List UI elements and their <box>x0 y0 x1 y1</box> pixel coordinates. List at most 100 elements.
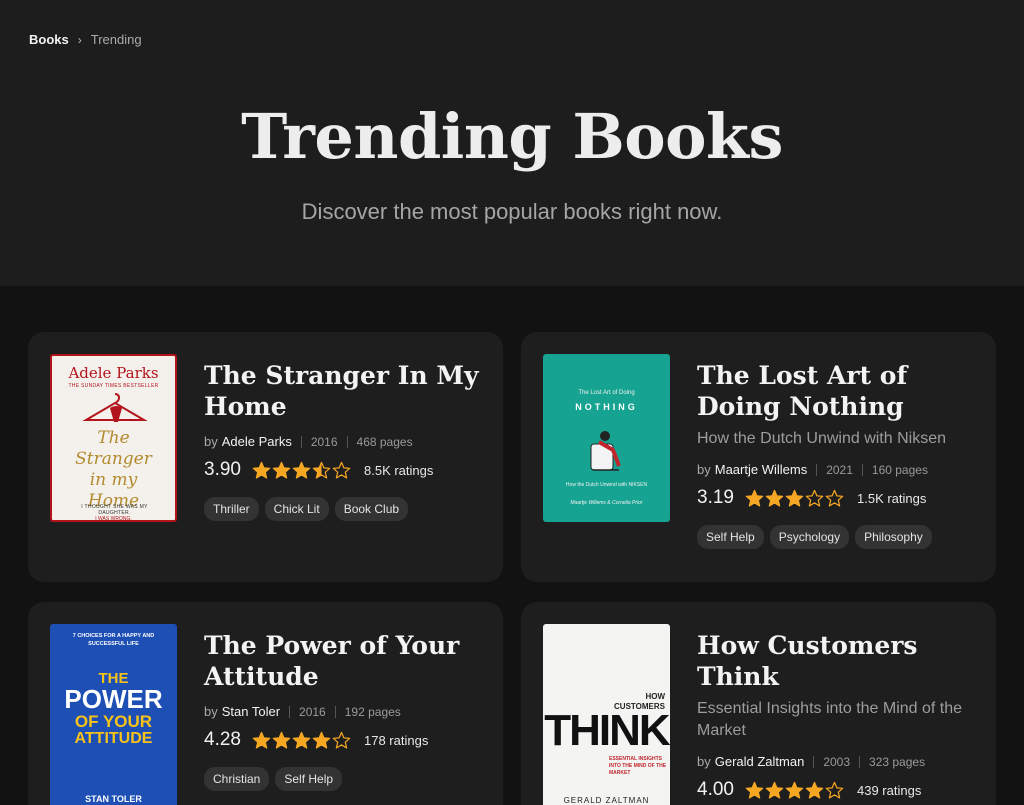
publish-year: 2016 <box>299 704 326 719</box>
genre-tag[interactable]: Christian <box>204 767 270 791</box>
cover-author: Adele Parks <box>68 364 159 382</box>
rating-row: 3.19 1.5K ratings <box>697 487 976 509</box>
book-cover[interactable]: Adele Parks THE SUNDAY TIMES BESTSELLER … <box>50 354 177 522</box>
author-link[interactable]: Maartje Willems <box>715 462 807 477</box>
divider <box>816 463 818 476</box>
rating-row: 3.90 8.5K ratings <box>204 459 483 481</box>
page-count: 160 pages <box>871 462 928 477</box>
ratings-count: 1.5K ratings <box>857 490 927 506</box>
by-label: by <box>204 434 218 449</box>
breadcrumb-current: Trending <box>90 32 142 47</box>
star-filled-icon <box>292 461 311 479</box>
author-link[interactable]: Stan Toler <box>222 704 280 719</box>
genre-tag[interactable]: Thriller <box>204 497 259 521</box>
page-title: Trending Books <box>241 100 783 173</box>
divider <box>859 755 861 768</box>
book-info: How Customers Think Essential Insights i… <box>697 630 976 805</box>
by-label: by <box>204 704 218 719</box>
book-meta: by Adele Parks 2016 468 pages <box>204 434 483 449</box>
cover-big-title: THINK <box>544 706 670 755</box>
page-count: 468 pages <box>356 434 413 449</box>
genre-tag[interactable]: Book Club <box>334 497 409 521</box>
hanger-icon <box>82 393 148 422</box>
star-filled-icon <box>765 489 784 507</box>
divider <box>813 755 815 768</box>
hero-header: Books › Trending Trending Books Discover… <box>0 0 1024 286</box>
book-card[interactable]: The Lost Art of Doing NOTHING How the Du… <box>521 332 996 582</box>
star-empty-icon <box>332 461 351 479</box>
divider <box>861 463 863 476</box>
tag-list: Self Help Psychology Philosophy <box>697 525 976 549</box>
cover-author: GERALD ZALTMAN <box>563 796 650 805</box>
book-cover[interactable]: HOW CUSTOMERS THINK ESSENTIAL INSIGHTS I… <box>543 624 670 805</box>
book-meta: by Gerald Zaltman 2003 323 pages <box>697 754 976 769</box>
ratings-count: 439 ratings <box>857 782 922 798</box>
star-half-icon <box>312 461 331 479</box>
breadcrumb-books-link[interactable]: Books <box>29 32 69 47</box>
star-filled-icon <box>272 461 291 479</box>
tag-list: Christian Self Help <box>204 767 483 791</box>
author-link[interactable]: Adele Parks <box>222 434 292 449</box>
book-meta: by Stan Toler 2016 192 pages <box>204 704 483 719</box>
star-filled-icon <box>292 731 311 749</box>
publish-year: 2003 <box>823 754 851 769</box>
divider <box>289 705 291 718</box>
ratings-count: 178 ratings <box>364 732 429 748</box>
cover-blurb-2: I WAS WRONG. <box>95 516 132 522</box>
cover-line-4: Maartje Willems & Cornelia Prior <box>570 500 643 506</box>
book-title[interactable]: The Power of Your Attitude <box>204 630 483 692</box>
rating-value: 4.00 <box>697 779 734 800</box>
book-subtitle: Essential Insights into the Mind of the … <box>697 700 963 739</box>
star-filled-icon <box>805 781 824 799</box>
by-label: by <box>697 462 711 477</box>
cover-title-3: OF YOUR <box>74 712 153 731</box>
cover-title-2: POWER <box>64 684 163 714</box>
cover-line-2: NOTHING <box>575 402 638 412</box>
by-label: by <box>697 754 711 769</box>
star-filled-icon <box>252 461 271 479</box>
book-title[interactable]: The Lost Art of Doing Nothing <box>697 360 976 422</box>
divider <box>334 705 336 718</box>
genre-tag[interactable]: Philosophy <box>855 525 932 549</box>
star-rating <box>745 781 844 800</box>
book-card[interactable]: 7 CHOICES FOR A HAPPY AND SUCCESSFUL LIF… <box>28 602 503 805</box>
publish-year: 2021 <box>826 462 853 477</box>
rating-value: 3.19 <box>697 487 734 508</box>
page-count: 192 pages <box>344 704 401 719</box>
divider <box>300 435 302 448</box>
ratings-count: 8.5K ratings <box>364 462 434 478</box>
author-link[interactable]: Gerald Zaltman <box>715 754 805 769</box>
book-title[interactable]: How Customers Think <box>697 630 976 692</box>
breadcrumb: Books › Trending <box>29 32 142 47</box>
star-rating <box>745 489 844 508</box>
book-card[interactable]: Adele Parks THE SUNDAY TIMES BESTSELLER … <box>28 332 503 582</box>
cover-author: STAN TOLER <box>85 794 142 804</box>
star-filled-icon <box>272 731 291 749</box>
star-filled-icon <box>252 731 271 749</box>
star-filled-icon <box>785 781 804 799</box>
genre-tag[interactable]: Chick Lit <box>264 497 329 521</box>
book-info: The Power of Your Attitude by Stan Toler… <box>204 630 483 791</box>
publish-year: 2016 <box>310 434 338 449</box>
book-info: The Stranger In My Home by Adele Parks 2… <box>204 360 483 521</box>
star-empty-icon <box>825 781 844 799</box>
star-filled-icon <box>765 781 784 799</box>
book-subtitle: How the Dutch Unwind with Niksen <box>697 430 946 447</box>
book-meta: by Maartje Willems 2021 160 pages <box>697 462 976 477</box>
star-empty-icon <box>332 731 351 749</box>
tag-list: Thriller Chick Lit Book Club <box>204 497 483 521</box>
book-title[interactable]: The Stranger In My Home <box>204 360 483 422</box>
reading-person-icon <box>590 431 621 471</box>
star-filled-icon <box>312 731 331 749</box>
book-cover[interactable]: The Lost Art of Doing NOTHING How the Du… <box>543 354 670 522</box>
star-rating <box>252 731 351 750</box>
star-filled-icon <box>745 781 764 799</box>
cover-line-1: The Lost Art of Doing <box>578 390 635 396</box>
book-cover[interactable]: 7 CHOICES FOR A HAPPY AND SUCCESSFUL LIF… <box>50 624 177 805</box>
genre-tag[interactable]: Self Help <box>697 525 764 549</box>
cover-line-3: How the Dutch Unwind with NIKSEN <box>565 482 648 488</box>
genre-tag[interactable]: Self Help <box>275 767 343 791</box>
book-card[interactable]: HOW CUSTOMERS THINK ESSENTIAL INSIGHTS I… <box>521 602 996 805</box>
cover-kicker: 7 CHOICES FOR A HAPPY AND SUCCESSFUL LIF… <box>72 633 155 647</box>
genre-tag[interactable]: Psychology <box>769 525 850 549</box>
